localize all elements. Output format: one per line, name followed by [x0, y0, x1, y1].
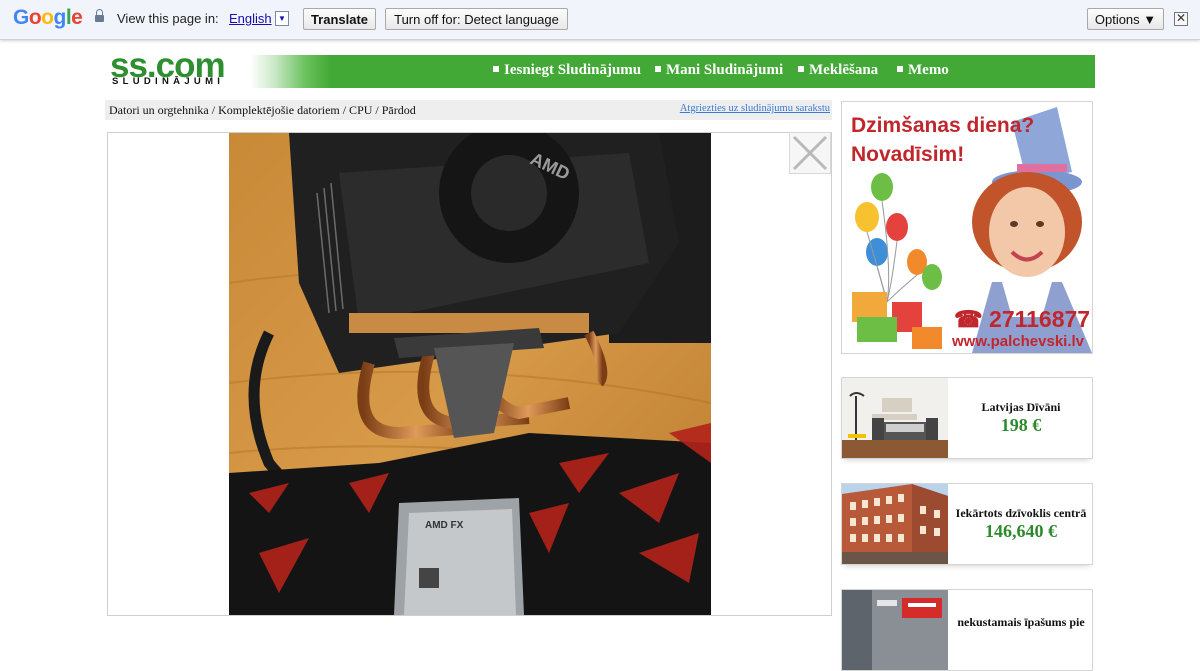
- ad-card-sofa[interactable]: Latvijas Dīvāni 198 €: [841, 377, 1093, 459]
- back-to-list-link[interactable]: Atgriezties uz sludinājumu sarakstu: [680, 103, 830, 114]
- banner-headline: Dzimšanas diena? Novadīsim!: [851, 114, 1035, 166]
- language-link[interactable]: English: [229, 11, 272, 26]
- nav-bar: Iesniegt Sludinājumu Mani Sludinājumi Me…: [250, 55, 1095, 88]
- ad-thumbnail: [842, 378, 948, 458]
- nav-search[interactable]: Meklēšana: [798, 62, 878, 79]
- bullet-icon: [897, 66, 903, 72]
- site-header: ss.com SLUDINĀJUMI Iesniegt Sludinājumu …: [107, 46, 1095, 90]
- bullet-icon: [493, 66, 499, 72]
- google-translate-bar: Google View this page in: English ▼ Tran…: [0, 0, 1200, 40]
- nav-memo[interactable]: Memo: [897, 62, 949, 79]
- ad-card-property[interactable]: nekustamais īpašums pie: [841, 589, 1093, 671]
- ad-price: 146,640 €: [985, 521, 1057, 541]
- nav-submit-ad[interactable]: Iesniegt Sludinājumu: [493, 62, 641, 79]
- ad-thumbnail: [842, 484, 948, 564]
- close-icon: [792, 135, 828, 171]
- breadcrumb: Datori un orgtehnika / Komplektējošie da…: [105, 100, 832, 120]
- google-logo-letter: o: [41, 6, 54, 29]
- turn-off-button[interactable]: Turn off for: Detect language: [385, 8, 568, 30]
- translate-button[interactable]: Translate: [303, 8, 376, 30]
- banner-ad[interactable]: Dzimšanas diena? Novadīsim! ☎ 27116877 w…: [841, 101, 1093, 354]
- ad-thumbnail: [842, 590, 948, 670]
- ad-card-apartment[interactable]: Iekārtots dzīvoklis centrā 146,640 €: [841, 483, 1093, 565]
- close-icon[interactable]: ✕: [1174, 12, 1188, 26]
- close-photo-button[interactable]: [789, 132, 831, 174]
- ad-price: 198 €: [1000, 415, 1042, 435]
- translate-prompt: View this page in:: [117, 11, 219, 26]
- bullet-icon: [798, 66, 804, 72]
- site-logo[interactable]: ss.com SLUDINĀJUMI: [110, 46, 250, 90]
- options-button[interactable]: Options ▼: [1087, 8, 1164, 30]
- google-logo-letter: e: [71, 6, 83, 29]
- language-dropdown-icon[interactable]: ▼: [275, 11, 289, 26]
- ad-title: Latvijas Dīvāni: [981, 400, 1061, 414]
- banner-website: www.palchevski.lv: [952, 333, 1085, 350]
- logo-subtitle: SLUDINĀJUMI: [112, 76, 225, 87]
- listing-photo[interactable]: AMD AMD FX: [229, 133, 711, 615]
- breadcrumb-path[interactable]: Datori un orgtehnika / Komplektējošie da…: [109, 103, 416, 118]
- cpu-label: AMD FX: [425, 520, 464, 531]
- google-logo-letter: o: [28, 6, 42, 29]
- google-logo: Google: [13, 6, 83, 30]
- nav-my-ads[interactable]: Mani Sludinājumi: [655, 62, 783, 79]
- google-logo-letter: g: [53, 6, 67, 29]
- ad-title: Iekārtots dzīvoklis centrā: [955, 506, 1087, 520]
- google-logo-letter: G: [13, 6, 29, 29]
- lock-icon: [95, 9, 104, 23]
- bullet-icon: [655, 66, 661, 72]
- banner-phone: ☎ 27116877: [954, 306, 1091, 332]
- ad-title: nekustamais īpašums pie: [957, 615, 1085, 629]
